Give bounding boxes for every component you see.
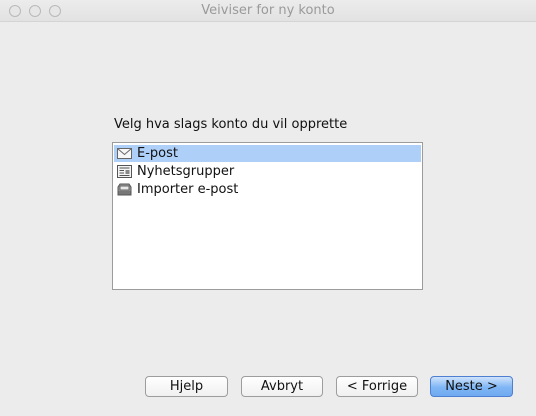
account-type-list[interactable]: E-post Nyhetsgrupper Importer e-post — [112, 142, 423, 290]
title-bar: Veiviser for ny konto — [0, 0, 536, 22]
list-item-email[interactable]: E-post — [114, 145, 421, 162]
back-button[interactable]: < Forrige — [336, 376, 418, 397]
envelope-icon — [117, 148, 132, 159]
inbox-tray-icon — [117, 183, 132, 196]
help-button[interactable]: Hjelp — [145, 376, 228, 397]
list-item-import-email[interactable]: Importer e-post — [114, 181, 421, 198]
account-type-prompt: Velg hva slags konto du vil opprette — [114, 117, 348, 132]
list-item-label: E-post — [137, 146, 178, 161]
window-title: Veiviser for ny konto — [201, 3, 335, 18]
list-item-label: Importer e-post — [137, 182, 239, 197]
newsgroup-icon — [117, 165, 132, 178]
cancel-button[interactable]: Avbryt — [241, 376, 323, 397]
list-item-newsgroups[interactable]: Nyhetsgrupper — [114, 163, 421, 180]
list-item-label: Nyhetsgrupper — [137, 164, 235, 179]
next-button[interactable]: Neste > — [430, 376, 513, 397]
